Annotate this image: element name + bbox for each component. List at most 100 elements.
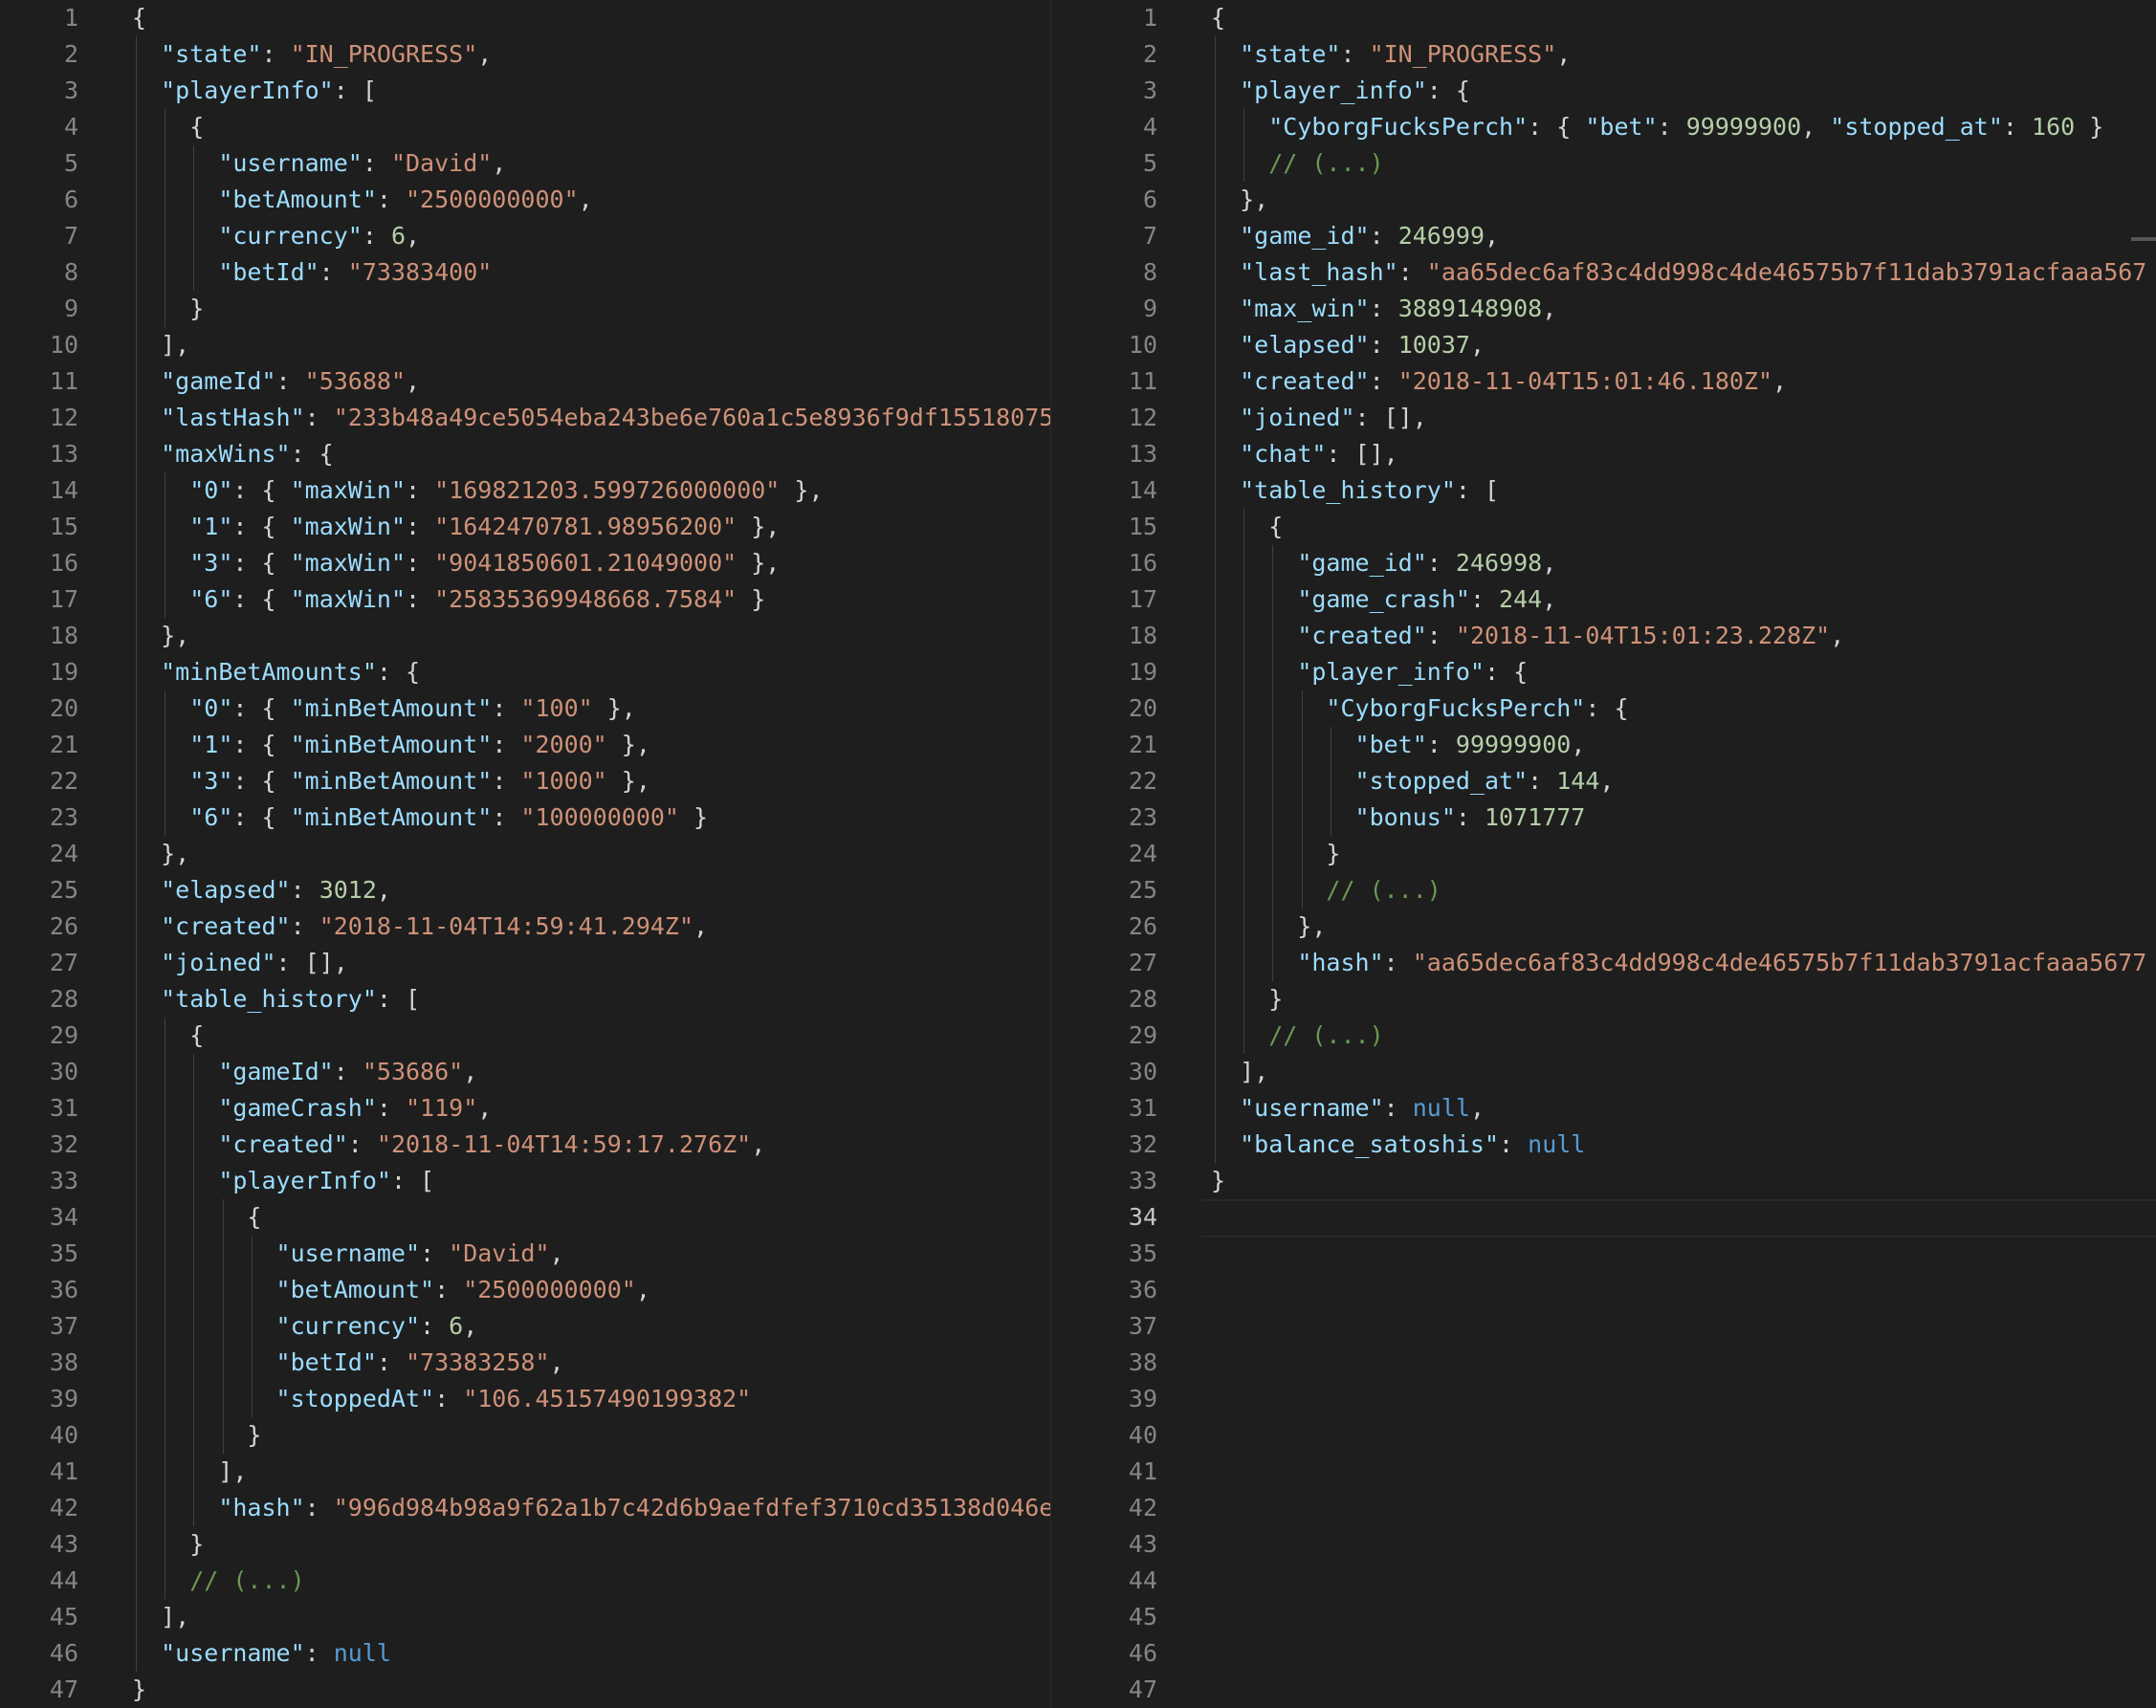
line-number: 47 — [49, 1675, 78, 1703]
code-line[interactable]: "state": "IN_PROGRESS", — [1211, 36, 1571, 73]
code-line[interactable]: "1": { "minBetAmount": "2000" }, — [132, 727, 650, 763]
code-line[interactable]: }, — [1211, 909, 1326, 945]
code-line[interactable]: "maxWins": { — [132, 436, 334, 472]
code-line[interactable]: "6": { "minBetAmount": "100000000" } — [132, 799, 708, 836]
code-line[interactable]: "6": { "maxWin": "25835369948668.7584" } — [132, 581, 765, 618]
code-line[interactable]: "betAmount": "2500000000", — [132, 182, 592, 218]
code-line[interactable]: "playerInfo": [ — [132, 1163, 434, 1199]
code-line[interactable]: } — [1211, 836, 1340, 872]
code-line[interactable]: "hash": "996d984b98a9f62a1b7c42d6b9aefdf… — [132, 1490, 1050, 1526]
code-line[interactable]: "created": "2018-11-04T15:01:23.228Z", — [1211, 618, 1844, 654]
code-line[interactable]: "hash": "aa65dec6af83c4dd998c4de46575b7f… — [1211, 945, 2146, 981]
code-token: : — [406, 585, 435, 613]
code-line[interactable]: "stoppedAt": "106.45157490199382" — [132, 1381, 752, 1417]
code-line[interactable]: } — [132, 291, 204, 327]
code-line[interactable]: "table_history": [ — [1211, 472, 1499, 509]
code-line[interactable]: "playerInfo": [ — [132, 73, 377, 109]
code-line[interactable]: "bonus": 1071777 — [1211, 799, 1586, 836]
code-line[interactable]: }, — [132, 618, 189, 654]
code-line[interactable]: "chat": [], — [1211, 436, 1398, 472]
code-line[interactable]: "table_history": [ — [132, 981, 420, 1018]
code-line[interactable]: }, — [1211, 182, 1268, 218]
code-line[interactable]: "player_info": { — [1211, 73, 1470, 109]
code-token: }, — [1211, 186, 1269, 213]
editor-pane-left[interactable]: 1 2 3 4 5 6 7 8 9 10 11 12 13 14 15 16 17 18 19 20 21 22 23 24 2… — [0, 0, 1050, 1708]
code-line[interactable]: }, — [132, 836, 189, 872]
code-token: , — [477, 40, 493, 68]
code-line[interactable]: "player_info": { — [1211, 654, 1528, 690]
line-number: 4 — [1142, 113, 1157, 141]
editor-pane-right[interactable]: 1 2 3 4 5 6 7 8 9 10 11 12 13 14 15 16 17 18 19 20 21 22 23 24 2… — [1079, 0, 2156, 1708]
code-line[interactable]: "3": { "maxWin": "9041850601.21049000" }… — [132, 545, 780, 581]
code-line[interactable]: "betId": "73383258", — [132, 1345, 564, 1381]
code-line[interactable]: "1": { "maxWin": "1642470781.98956200" }… — [132, 509, 780, 545]
code-line[interactable]: "3": { "minBetAmount": "1000" }, — [132, 763, 650, 799]
code-line[interactable]: "game_id": 246999, — [1211, 218, 1499, 254]
line-number: 7 — [63, 222, 78, 250]
code-line[interactable]: } — [132, 1526, 204, 1563]
line-number: 2 — [63, 40, 78, 68]
indent-guide — [1243, 109, 1245, 182]
code-line[interactable]: { — [132, 109, 204, 145]
code-line[interactable]: // (...) — [1211, 872, 1441, 909]
code-line[interactable]: // (...) — [132, 1563, 304, 1599]
code-line[interactable]: "username": "David", — [132, 145, 506, 182]
code-line[interactable]: } — [1211, 1163, 1225, 1199]
code-line[interactable]: "0": { "maxWin": "169821203.599726000000… — [132, 472, 823, 509]
code-line[interactable]: // (...) — [1211, 1018, 1383, 1054]
code-line[interactable]: "elapsed": 10037, — [1211, 327, 1485, 363]
code-line[interactable]: ], — [132, 1454, 247, 1490]
code-token: "bonus" — [1354, 803, 1456, 831]
code-line[interactable]: "created": "2018-11-04T14:59:17.276Z", — [132, 1127, 765, 1163]
code-line[interactable]: "lastHash": "233b48a49ce5054eba243be6e76… — [132, 400, 1050, 436]
code-token: 99999900 — [1685, 113, 1802, 141]
code-line[interactable]: "betAmount": "2500000000", — [132, 1272, 650, 1308]
code-line[interactable]: "bet": 99999900, — [1211, 727, 1586, 763]
code-line[interactable]: "betId": "73383400" — [132, 254, 492, 291]
code-line[interactable]: "CyborgFucksPerch": { "bet": 99999900, "… — [1211, 109, 2103, 145]
code-line[interactable]: // (...) — [1211, 145, 1383, 182]
code-line[interactable]: { — [132, 1018, 204, 1054]
code-line[interactable]: "username": "David", — [132, 1236, 564, 1272]
code-line[interactable]: { — [132, 1199, 261, 1236]
code-line[interactable]: "currency": 6, — [132, 218, 420, 254]
code-token: "currency" — [275, 1312, 421, 1340]
code-line[interactable]: "stopped_at": 144, — [1211, 763, 1615, 799]
code-line[interactable]: "username": null, — [1211, 1090, 1485, 1127]
code-line[interactable]: } — [1211, 981, 1283, 1018]
code-line[interactable]: { — [1211, 0, 1225, 36]
line-number: 5 — [63, 149, 78, 177]
code-line[interactable]: "balance_satoshis": null — [1211, 1127, 1585, 1163]
code-line[interactable]: "username": null — [132, 1635, 391, 1672]
code-line[interactable]: "created": "2018-11-04T15:01:46.180Z", — [1211, 363, 1787, 400]
code-line[interactable]: "game_id": 246998, — [1211, 545, 1556, 581]
code-token: , — [1830, 622, 1845, 649]
code-line[interactable]: "gameCrash": "119", — [132, 1090, 492, 1127]
code-line[interactable]: "CyborgFucksPerch": { — [1211, 690, 1628, 727]
code-line[interactable]: "elapsed": 3012, — [132, 872, 391, 909]
code-line[interactable]: "currency": 6, — [132, 1308, 478, 1345]
code-line[interactable]: "gameId": "53686", — [132, 1054, 477, 1090]
editor-splitter[interactable] — [1050, 0, 1080, 1708]
code-line[interactable]: { — [132, 0, 146, 36]
code-line[interactable]: "last_hash": "aa65dec6af83c4dd998c4de465… — [1211, 254, 2146, 291]
code-line[interactable]: "minBetAmounts": { — [132, 654, 420, 690]
code-line[interactable]: { — [1211, 509, 1283, 545]
code-line[interactable]: "gameId": "53688", — [132, 363, 420, 400]
code-line[interactable]: } — [132, 1672, 146, 1708]
code-line[interactable]: "game_crash": 244, — [1211, 581, 1556, 618]
code-line[interactable]: "state": "IN_PROGRESS", — [132, 36, 492, 73]
code-token: "6" — [189, 585, 233, 613]
code-line[interactable]: "created": "2018-11-04T14:59:41.294Z", — [132, 909, 708, 945]
code-line[interactable]: "joined": [], — [132, 945, 348, 981]
code-line[interactable]: } — [132, 1417, 261, 1454]
code-line[interactable]: ], — [132, 1599, 189, 1635]
code-line[interactable]: ], — [132, 327, 189, 363]
code-line[interactable]: "joined": [], — [1211, 400, 1427, 436]
code-token: "minBetAmount" — [290, 803, 493, 831]
code-line[interactable]: "0": { "minBetAmount": "100" }, — [132, 690, 636, 727]
code-line[interactable]: "max_win": 3889148908, — [1211, 291, 1556, 327]
code-line[interactable]: ], — [1211, 1054, 1268, 1090]
code-token: : — [492, 803, 521, 831]
